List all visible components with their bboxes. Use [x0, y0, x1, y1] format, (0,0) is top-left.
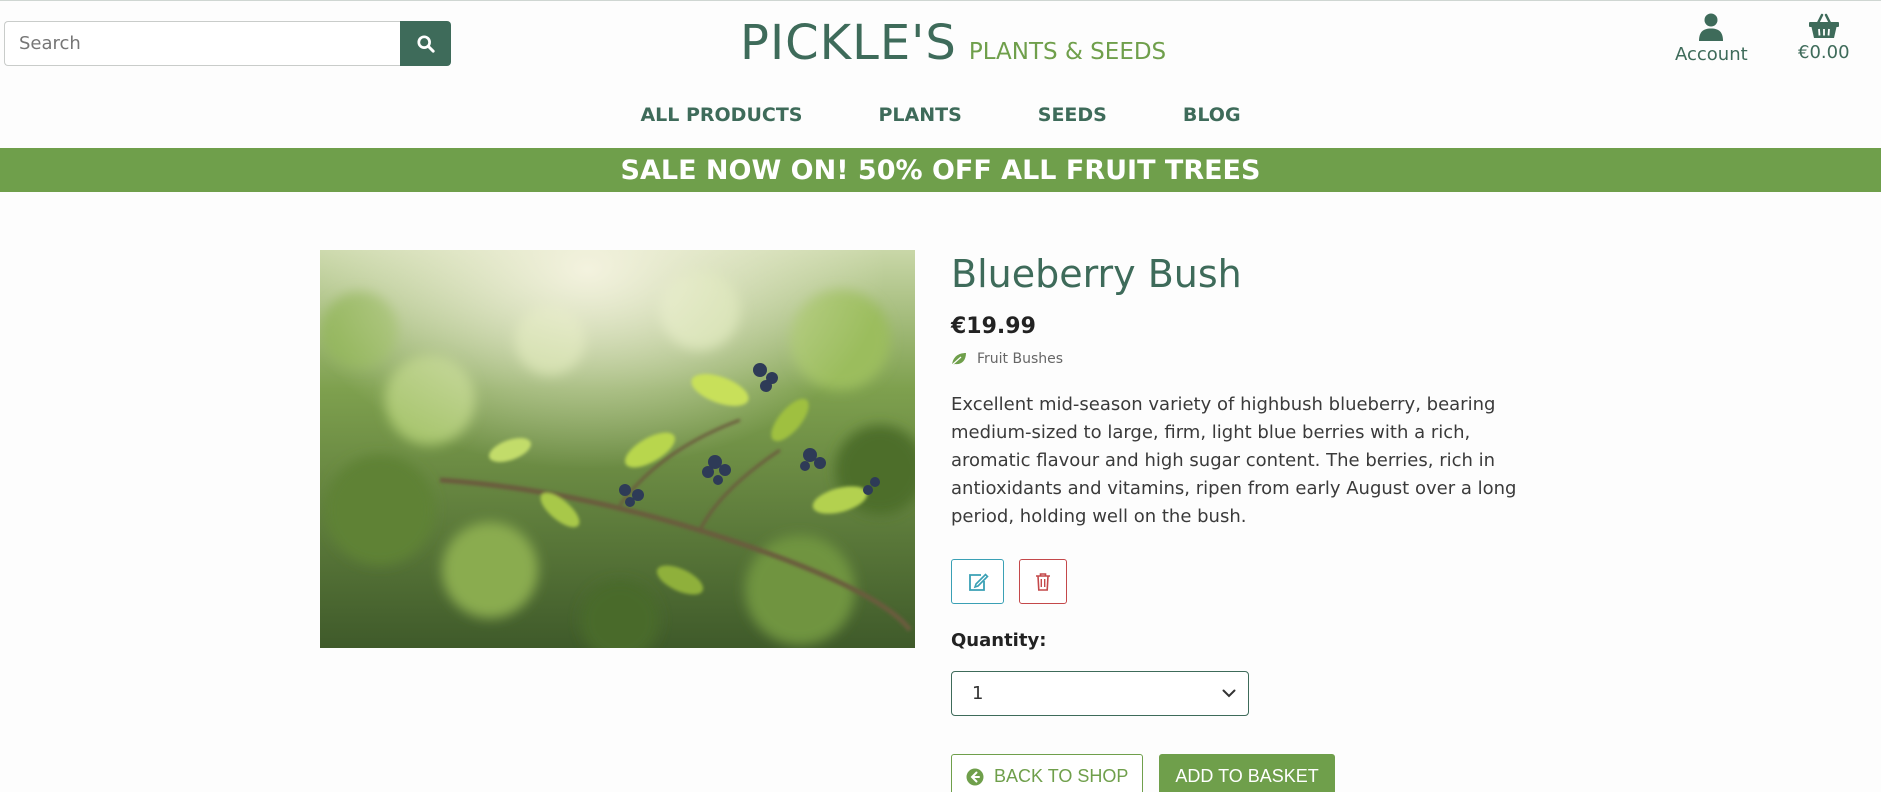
product-actions: BACK TO SHOP ADD TO BASKET [951, 754, 1551, 792]
product-category[interactable]: Fruit Bushes [951, 351, 1551, 367]
quantity-select[interactable]: 1 [951, 671, 1249, 716]
leaf-icon [951, 353, 966, 366]
edit-button[interactable] [951, 559, 1004, 604]
back-to-shop-label: BACK TO SHOP [994, 766, 1129, 786]
sale-banner-text: SALE NOW ON! 50% OFF ALL FRUIT TREES [620, 154, 1261, 186]
page: PICKLE'S PLANTS & SEEDS Account €0.00 AL… [0, 0, 1881, 792]
nav-plants[interactable]: PLANTS [878, 104, 961, 126]
basket-link[interactable]: €0.00 [1798, 13, 1850, 63]
site-logo[interactable]: PICKLE'S PLANTS & SEEDS [740, 15, 1166, 71]
search-input[interactable] [4, 21, 400, 66]
search-bar [4, 21, 451, 66]
nav-all-products[interactable]: ALL PRODUCTS [640, 104, 802, 126]
arrow-circle-left-icon [966, 768, 984, 785]
quantity-value: 1 [972, 683, 984, 704]
basket-icon [1808, 13, 1839, 38]
logo-title: PICKLE'S [740, 15, 957, 71]
main-nav: ALL PRODUCTS PLANTS SEEDS BLOG [0, 104, 1881, 126]
chevron-down-icon [1222, 689, 1236, 698]
logo-subtitle: PLANTS & SEEDS [968, 39, 1167, 65]
product-image [320, 250, 915, 648]
product-price: €19.99 [951, 314, 1036, 339]
add-to-basket-label: ADD TO BASKET [1175, 766, 1319, 786]
product-details: Blueberry Bush €19.99 Fruit Bushes Excel… [951, 250, 1551, 792]
nav-seeds[interactable]: SEEDS [1038, 104, 1107, 126]
trash-icon [1036, 572, 1050, 591]
search-button[interactable] [400, 21, 451, 66]
user-icon [1699, 13, 1724, 41]
delete-button[interactable] [1019, 559, 1067, 604]
back-to-shop-button[interactable]: BACK TO SHOP [951, 754, 1144, 792]
account-link[interactable]: Account [1675, 13, 1748, 65]
account-label: Account [1675, 44, 1748, 65]
product-photo [320, 250, 915, 648]
product-description: Excellent mid-season variety of highbush… [951, 394, 1517, 527]
quantity-label: Quantity: [951, 630, 1047, 651]
product-title: Blueberry Bush [951, 252, 1242, 296]
search-icon [416, 34, 435, 53]
add-to-basket-button[interactable]: ADD TO BASKET [1159, 754, 1335, 792]
category-label: Fruit Bushes [977, 351, 1064, 367]
sale-banner: SALE NOW ON! 50% OFF ALL FRUIT TREES [0, 148, 1881, 192]
basket-total: €0.00 [1798, 42, 1850, 63]
nav-blog[interactable]: BLOG [1183, 104, 1241, 126]
admin-actions [951, 559, 1551, 604]
edit-icon [968, 572, 989, 591]
